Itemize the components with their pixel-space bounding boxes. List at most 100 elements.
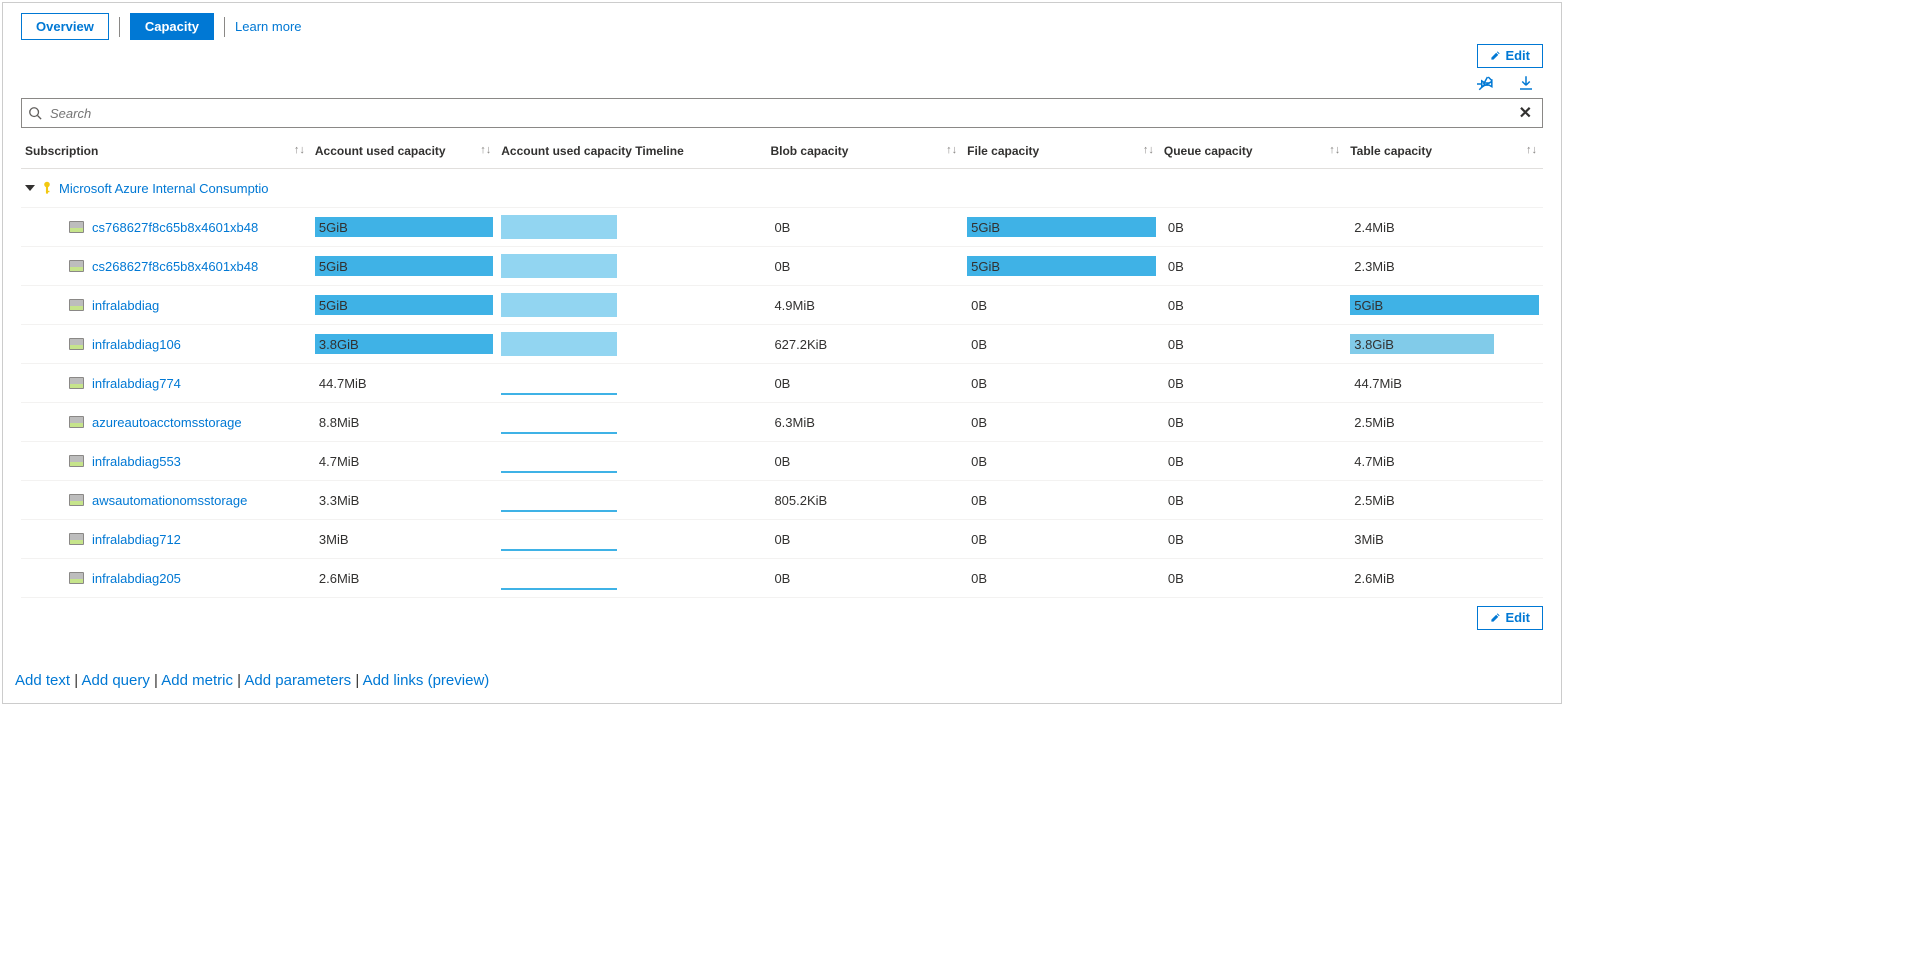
key-icon [41, 181, 53, 195]
bar-cell: 8.8MiB [315, 408, 493, 436]
bar-value: 0B [1164, 337, 1184, 352]
storage-account-icon [69, 221, 84, 233]
bar-cell: 0B [1164, 330, 1342, 358]
bar-value: 805.2KiB [770, 493, 827, 508]
bar-cell: 0B [967, 369, 1156, 397]
col-header-subscription[interactable]: Subscription↑↓ [21, 138, 311, 169]
bar-cell: 0B [967, 291, 1156, 319]
bar-cell: 6.3MiB [770, 408, 959, 436]
chevron-down-icon[interactable] [25, 185, 35, 191]
storage-account-link[interactable]: infralabdiag [92, 298, 159, 313]
bar-value: 2.3MiB [1350, 259, 1394, 274]
add-links-link[interactable]: Add links (preview) [363, 672, 490, 689]
table-row[interactable]: cs768627f8c65b8x4601xb485GiB0B5GiB0B2.4M… [21, 208, 1543, 247]
name-cell: cs268627f8c65b8x4601xb48 [25, 259, 307, 274]
bar-cell: 2.6MiB [315, 564, 493, 592]
col-header-file[interactable]: File capacity↑↓ [963, 138, 1160, 169]
table-row[interactable]: awsautomationomsstorage3.3MiB805.2KiB0B0… [21, 481, 1543, 520]
bar-cell: 2.5MiB [1350, 408, 1539, 436]
table-row[interactable]: infralabdiag7123MiB0B0B0B3MiB [21, 520, 1543, 559]
bar-cell: 3.8GiB [315, 330, 493, 358]
bar-value: 0B [1164, 298, 1184, 313]
storage-account-link[interactable]: infralabdiag712 [92, 532, 181, 547]
bar-cell: 0B [1164, 213, 1342, 241]
bar-cell: 0B [770, 564, 959, 592]
storage-account-link[interactable]: infralabdiag774 [92, 376, 181, 391]
table-row[interactable]: cs268627f8c65b8x4601xb485GiB0B5GiB0B2.3M… [21, 247, 1543, 286]
pin-icon[interactable] [1477, 74, 1495, 92]
bar-value: 3MiB [1350, 532, 1384, 547]
subscription-group-name[interactable]: Microsoft Azure Internal Consumptio [59, 181, 269, 196]
table-row[interactable]: azureautoacctomsstorage8.8MiB6.3MiB0B0B2… [21, 403, 1543, 442]
bar-value: 0B [967, 376, 987, 391]
col-header-queue[interactable]: Queue capacity↑↓ [1160, 138, 1346, 169]
bar-cell: 4.7MiB [315, 447, 493, 475]
add-metric-link[interactable]: Add metric [161, 672, 233, 689]
bar-cell: 0B [967, 486, 1156, 514]
bar-cell: 0B [770, 213, 959, 241]
storage-account-link[interactable]: infralabdiag106 [92, 337, 181, 352]
timeline-sparkline [501, 254, 732, 278]
divider [119, 17, 120, 37]
search-box[interactable]: ✕ [21, 98, 1543, 128]
name-cell: infralabdiag106 [25, 337, 307, 352]
bar-value: 4.9MiB [770, 298, 814, 313]
storage-account-link[interactable]: cs268627f8c65b8x4601xb48 [92, 259, 258, 274]
timeline-sparkline [501, 488, 732, 512]
edit-button[interactable]: Edit [1477, 44, 1543, 68]
bar-value: 0B [770, 454, 790, 469]
bar-cell: 4.9MiB [770, 291, 959, 319]
bar-value: 2.6MiB [315, 571, 359, 586]
timeline-sparkline [501, 449, 732, 473]
col-header-table[interactable]: Table capacity↑↓ [1346, 138, 1543, 169]
table-row[interactable]: infralabdiag77444.7MiB0B0B0B44.7MiB [21, 364, 1543, 403]
bar-value: 0B [1164, 220, 1184, 235]
col-header-account-used-capacity[interactable]: Account used capacity↑↓ [311, 138, 497, 169]
timeline-sparkline [501, 527, 732, 551]
bar-value: 0B [1164, 259, 1184, 274]
storage-account-link[interactable]: cs768627f8c65b8x4601xb48 [92, 220, 258, 235]
bar-cell: 0B [1164, 486, 1342, 514]
table-row[interactable]: infralabdiag5GiB4.9MiB0B0B5GiB [21, 286, 1543, 325]
search-input[interactable] [48, 104, 1509, 123]
pencil-icon [1490, 612, 1501, 623]
col-header-blob[interactable]: Blob capacity↑↓ [766, 138, 963, 169]
add-parameters-link[interactable]: Add parameters [244, 672, 351, 689]
bar-value: 44.7MiB [315, 376, 367, 391]
tab-capacity[interactable]: Capacity [130, 13, 214, 40]
storage-account-link[interactable]: azureautoacctomsstorage [92, 415, 242, 430]
col-header-timeline[interactable]: Account used capacity Timeline [497, 138, 766, 169]
add-text-link[interactable]: Add text [15, 672, 70, 689]
bar-value: 2.5MiB [1350, 415, 1394, 430]
table-row[interactable]: infralabdiag2052.6MiB0B0B0B2.6MiB [21, 559, 1543, 598]
bar-value: 3MiB [315, 532, 349, 547]
subscription-group-row[interactable]: Microsoft Azure Internal Consumptio [21, 169, 1543, 208]
name-cell: cs768627f8c65b8x4601xb48 [25, 220, 307, 235]
bar-value: 3.8GiB [315, 337, 359, 352]
storage-account-link[interactable]: infralabdiag553 [92, 454, 181, 469]
table-row[interactable]: infralabdiag5534.7MiB0B0B0B4.7MiB [21, 442, 1543, 481]
divider [224, 17, 225, 37]
timeline-sparkline [501, 371, 732, 395]
capacity-table: Subscription↑↓ Account used capacity↑↓ A… [21, 138, 1543, 598]
tab-bar: Overview Capacity Learn more [21, 13, 1543, 40]
learn-more-link[interactable]: Learn more [235, 19, 301, 34]
bar-value: 2.5MiB [1350, 493, 1394, 508]
footer-links: Add text | Add query | Add metric | Add … [15, 672, 1543, 689]
bar-value: 0B [770, 571, 790, 586]
pencil-icon [1490, 50, 1501, 61]
tab-overview[interactable]: Overview [21, 13, 109, 40]
bar-cell: 0B [770, 447, 959, 475]
download-icon[interactable] [1517, 74, 1535, 92]
table-row[interactable]: infralabdiag1063.8GiB627.2KiB0B0B3.8GiB [21, 325, 1543, 364]
clear-search-icon[interactable]: ✕ [1515, 103, 1536, 123]
storage-account-link[interactable]: infralabdiag205 [92, 571, 181, 586]
toolbar-right: Edit [21, 44, 1543, 68]
add-query-link[interactable]: Add query [81, 672, 149, 689]
bar-value: 627.2KiB [770, 337, 827, 352]
timeline-sparkline [501, 215, 732, 239]
storage-account-icon [69, 338, 84, 350]
bar-cell: 5GiB [315, 213, 493, 241]
storage-account-link[interactable]: awsautomationomsstorage [92, 493, 247, 508]
edit-button-bottom[interactable]: Edit [1477, 606, 1543, 630]
